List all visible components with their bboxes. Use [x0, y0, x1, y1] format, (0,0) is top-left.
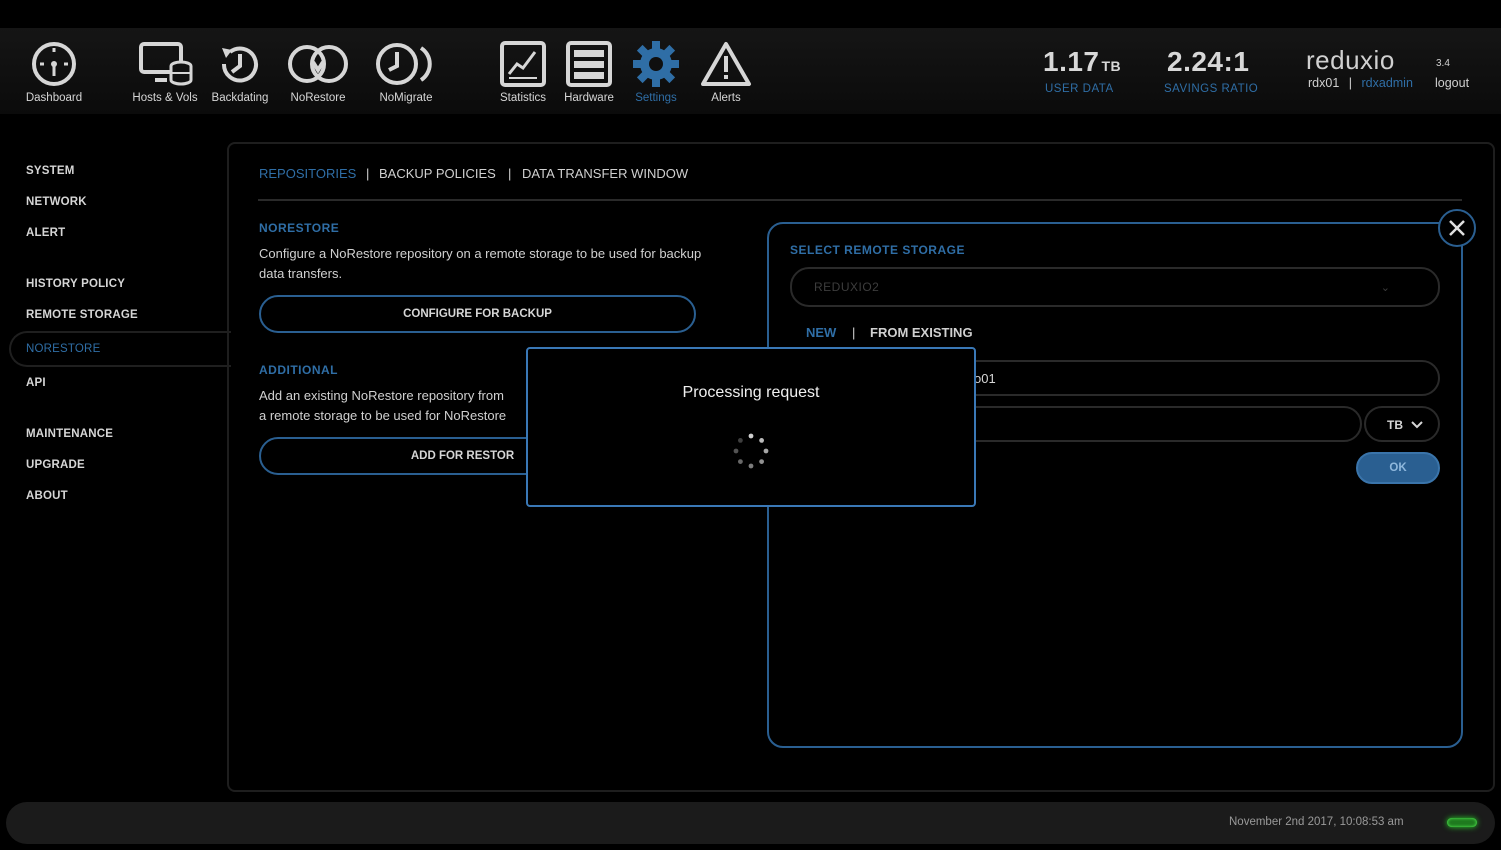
- sidebar-item-history-policy[interactable]: HISTORY POLICY: [26, 278, 125, 290]
- host-user-info: rdx01 | rdxadmin: [1308, 76, 1413, 90]
- top-navigation-bar: Dashboard Hosts & Vols Backdating NoRest…: [0, 28, 1501, 114]
- nav-label: Statistics: [499, 92, 546, 104]
- size-unit-select[interactable]: TB: [1364, 406, 1440, 442]
- sidebar-item-api[interactable]: API: [26, 377, 46, 389]
- tab-repositories[interactable]: REPOSITORIES: [259, 166, 356, 181]
- host-name: rdx01: [1308, 76, 1340, 90]
- nav-nomigrate[interactable]: NoMigrate: [371, 40, 441, 104]
- host-separator: |: [1348, 76, 1353, 90]
- nav-label: Backdating: [211, 92, 269, 104]
- reduxio-logo: reduxio: [1306, 45, 1395, 75]
- nav-label: NoRestore: [290, 92, 346, 104]
- system-status-indicator: [1447, 818, 1477, 827]
- user-link[interactable]: rdxadmin: [1362, 76, 1413, 90]
- user-data-stat: 1.17 TB: [1043, 46, 1121, 78]
- nav-statistics[interactable]: Statistics: [492, 40, 554, 104]
- hardware-server-icon: [566, 41, 612, 87]
- tab-new[interactable]: NEW: [806, 325, 836, 340]
- repository-name-value: o01: [974, 371, 996, 386]
- nav-dashboard[interactable]: Dashboard: [18, 40, 90, 104]
- sidebar-item-norestore[interactable]: NORESTORE: [26, 343, 100, 355]
- additional-section-title: ADDITIONAL: [259, 363, 338, 377]
- tab-data-transfer-window[interactable]: DATA TRANSFER WINDOW: [522, 166, 688, 181]
- footer-timestamp: November 2nd 2017, 10:08:53 am: [1229, 816, 1404, 828]
- sidebar-item-alert[interactable]: ALERT: [26, 227, 65, 239]
- backdating-clock-icon: [221, 46, 258, 83]
- sidebar-item-remote-storage[interactable]: REMOTE STORAGE: [26, 309, 138, 321]
- norestore-section-title: NORESTORE: [259, 221, 340, 235]
- nav-hardware[interactable]: Hardware: [558, 40, 620, 104]
- version-label: 3.4: [1436, 58, 1450, 69]
- settings-gear-icon: [633, 41, 679, 87]
- sidebar-item-system[interactable]: SYSTEM: [26, 165, 75, 177]
- user-data-value: 1.17: [1043, 46, 1100, 77]
- nav-settings[interactable]: Settings: [625, 40, 687, 104]
- tab-separator: |: [508, 166, 512, 181]
- nav-label: NoMigrate: [379, 92, 433, 104]
- user-data-unit: TB: [1101, 58, 1122, 74]
- nav-backdating[interactable]: Backdating: [205, 40, 275, 104]
- tab-from-existing[interactable]: FROM EXISTING: [870, 325, 973, 340]
- remote-storage-select[interactable]: REDUXIO2 ⌄: [790, 267, 1440, 307]
- savings-ratio-value: 2.24:1: [1167, 46, 1250, 77]
- tab-divider: [258, 199, 1462, 201]
- nomigrate-icon: [376, 43, 432, 85]
- savings-ratio-label: SAVINGS RATIO: [1164, 83, 1259, 95]
- add-for-restore-label: ADD FOR RESTOR: [410, 450, 515, 462]
- nav-alerts[interactable]: Alerts: [695, 40, 757, 104]
- nav-label: Dashboard: [25, 92, 83, 104]
- user-data-label: USER DATA: [1045, 83, 1114, 95]
- dashboard-gauge-icon: [32, 42, 76, 86]
- select-remote-storage-title: SELECT REMOTE STORAGE: [790, 243, 965, 257]
- tab-backup-policies[interactable]: BACKUP POLICIES: [379, 166, 496, 181]
- chevron-down-icon: ⌄: [1380, 282, 1390, 294]
- norestore-arrows-icon: [288, 45, 348, 83]
- processing-request-dialog: Processing request: [526, 347, 976, 507]
- alert-triangle-icon: [701, 42, 751, 86]
- statistics-chart-icon: [500, 41, 546, 87]
- hosts-volumes-icon: [139, 42, 193, 86]
- ok-button[interactable]: OK: [1356, 452, 1440, 484]
- norestore-section-text: Configure a NoRestore repository on a re…: [259, 246, 702, 281]
- remote-storage-value: REDUXIO2: [814, 280, 880, 294]
- loading-spinner-icon: [733, 433, 769, 469]
- dialog-title: Processing request: [682, 384, 820, 401]
- nav-label: Settings: [635, 92, 677, 104]
- close-panel-button[interactable]: [1438, 209, 1476, 247]
- chevron-down-icon: [1411, 421, 1423, 429]
- logout-link[interactable]: logout: [1435, 76, 1469, 90]
- sidebar-item-maintenance[interactable]: MAINTENANCE: [26, 428, 113, 440]
- tab-separator: |: [852, 325, 856, 340]
- nav-label: Hosts & Vols: [132, 92, 198, 104]
- sidebar-item-upgrade[interactable]: UPGRADE: [26, 459, 85, 471]
- size-unit-value: TB: [1387, 418, 1403, 432]
- nav-label: Alerts: [711, 92, 741, 104]
- sidebar-item-network[interactable]: NETWORK: [26, 196, 87, 208]
- close-icon: [1449, 220, 1465, 236]
- nav-label: Hardware: [564, 92, 614, 104]
- tab-separator: |: [366, 166, 370, 181]
- sidebar-item-about[interactable]: ABOUT: [26, 490, 68, 502]
- nav-hosts-vols[interactable]: Hosts & Vols: [127, 40, 203, 104]
- configure-for-backup-button[interactable]: CONFIGURE FOR BACKUP: [259, 295, 696, 333]
- nav-norestore[interactable]: NoRestore: [283, 40, 353, 104]
